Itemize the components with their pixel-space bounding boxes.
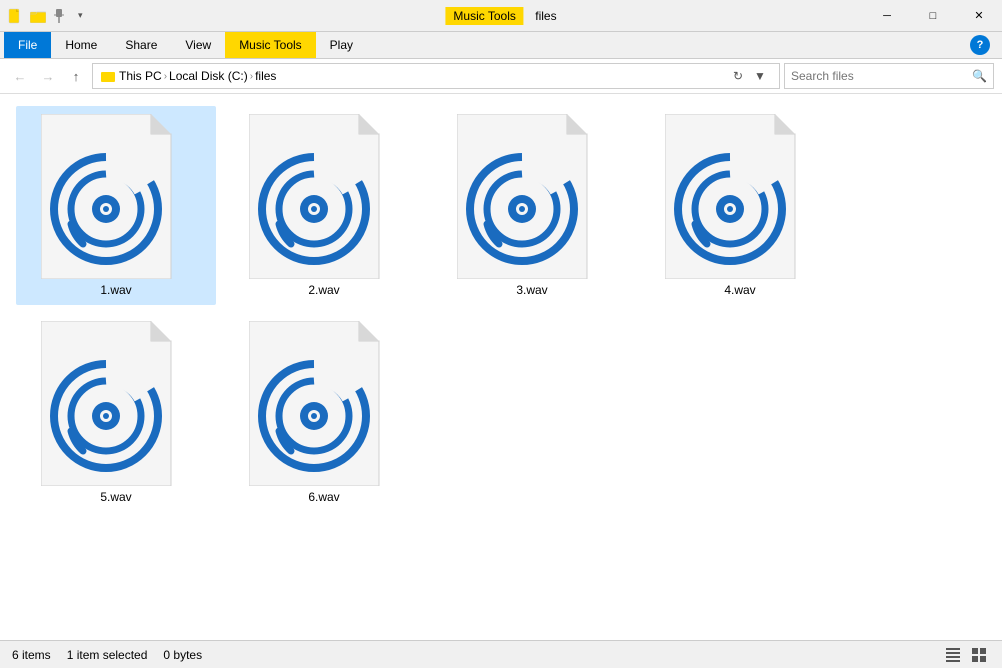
- ribbon-tabs: File Home Share View Music Tools Play ?: [0, 32, 1002, 59]
- address-bar[interactable]: This PC › Local Disk (C:) › files ↻ ▼: [92, 63, 780, 89]
- breadcrumb-files[interactable]: files: [255, 69, 276, 83]
- grid-icon: [972, 648, 986, 662]
- status-size: 0 bytes: [163, 648, 202, 662]
- tab-play[interactable]: Play: [316, 32, 367, 58]
- large-icons-view-button[interactable]: [968, 644, 990, 666]
- window-controls: ─ □ ✕: [864, 0, 1002, 32]
- minimize-button[interactable]: ─: [864, 0, 910, 32]
- ribbon-app-label: Music Tools: [445, 7, 523, 25]
- maximize-button[interactable]: □: [910, 0, 956, 32]
- breadcrumb-this-pc[interactable]: This PC: [119, 69, 162, 83]
- status-item-count: 6 items: [12, 648, 51, 662]
- file-icon-wrapper: [41, 321, 191, 486]
- view-controls: [942, 644, 990, 666]
- search-bar[interactable]: 🔍: [784, 63, 994, 89]
- title-bar: ▾ Music Tools files ─ □ ✕: [0, 0, 1002, 32]
- app-icon: [8, 8, 24, 24]
- file-icon-wrapper: [41, 114, 191, 279]
- file-label: 3.wav: [516, 283, 547, 297]
- breadcrumb-arrow-1: ›: [164, 71, 167, 82]
- file-label: 6.wav: [308, 490, 339, 504]
- file-label: 2.wav: [308, 283, 339, 297]
- file-icon-wrapper: [249, 114, 399, 279]
- tab-home[interactable]: Home: [51, 32, 111, 58]
- forward-button[interactable]: →: [36, 64, 60, 88]
- file-grid: 1.wav 2.wav: [16, 106, 986, 512]
- file-label: 4.wav: [724, 283, 755, 297]
- tab-share[interactable]: Share: [111, 32, 171, 58]
- file-item[interactable]: 6.wav: [224, 313, 424, 512]
- file-icon-wrapper: [665, 114, 815, 279]
- file-icon-wrapper: [457, 114, 607, 279]
- status-bar: 6 items 1 item selected 0 bytes: [0, 640, 1002, 668]
- search-icon: 🔍: [972, 69, 987, 83]
- breadcrumb-arrow-2: ›: [250, 71, 253, 82]
- file-item[interactable]: 3.wav: [432, 106, 632, 305]
- quick-access-dropdown[interactable]: ▾: [74, 10, 87, 21]
- tab-view[interactable]: View: [171, 32, 225, 58]
- dropdown-arrow-icon: ▾: [78, 10, 83, 21]
- main-content: 1.wav 2.wav: [0, 94, 1002, 640]
- details-icon: [946, 648, 960, 662]
- window-title-text: files: [535, 9, 556, 23]
- title-bar-icons: [0, 8, 74, 24]
- file-item[interactable]: 5.wav: [16, 313, 216, 512]
- up-button[interactable]: ↑: [64, 64, 88, 88]
- pin-icon[interactable]: [52, 9, 66, 23]
- new-folder-icon[interactable]: [30, 9, 46, 23]
- nav-bar: ← → ↑ This PC › Local Disk (C:) › files …: [0, 59, 1002, 94]
- refresh-button[interactable]: ↻: [727, 65, 749, 87]
- close-button[interactable]: ✕: [956, 0, 1002, 32]
- window-title: Music Tools files: [445, 9, 556, 23]
- file-item[interactable]: 1.wav: [16, 106, 216, 305]
- details-view-button[interactable]: [942, 644, 964, 666]
- search-input[interactable]: [791, 69, 972, 83]
- back-button[interactable]: ←: [8, 64, 32, 88]
- file-icon-wrapper: [249, 321, 399, 486]
- status-selected: 1 item selected: [67, 648, 148, 662]
- tab-file[interactable]: File: [4, 32, 51, 58]
- file-item[interactable]: 4.wav: [640, 106, 840, 305]
- file-label: 5.wav: [100, 490, 131, 504]
- breadcrumb-local-disk[interactable]: Local Disk (C:): [169, 69, 248, 83]
- folder-icon: [101, 70, 115, 82]
- help-button[interactable]: ?: [970, 35, 990, 55]
- file-label: 1.wav: [100, 283, 131, 297]
- music-tools-label: Music Tools: [225, 32, 315, 58]
- dropdown-address-button[interactable]: ▼: [749, 65, 771, 87]
- file-item[interactable]: 2.wav: [224, 106, 424, 305]
